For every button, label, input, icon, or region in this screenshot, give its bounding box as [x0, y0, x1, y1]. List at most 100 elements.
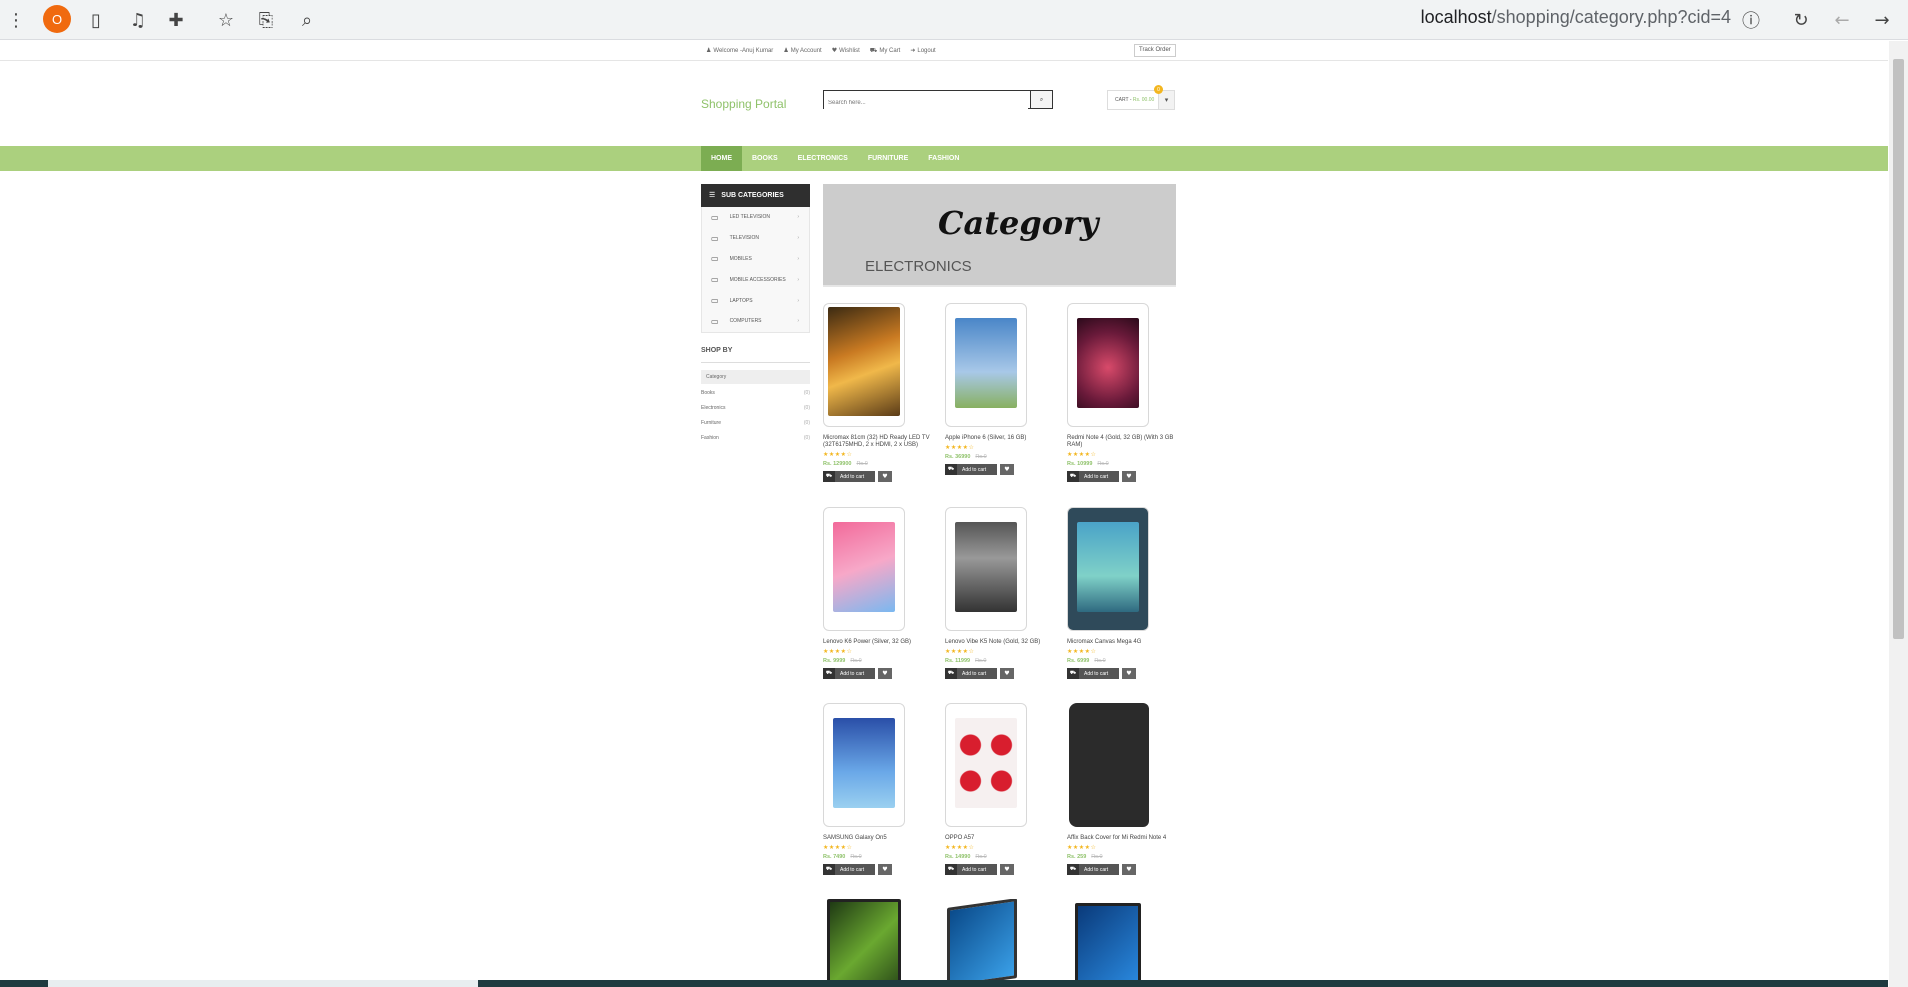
- category-title: ELECTRONICS: [865, 258, 972, 275]
- product-card: Micromax Canvas Mega 4G ★★★★☆ Rs. 6999 Rs…: [1067, 507, 1177, 679]
- rating-stars: ★★★★☆: [1067, 648, 1097, 655]
- product-image[interactable]: [823, 507, 905, 631]
- wishlist-button[interactable]: ♥: [1122, 471, 1136, 482]
- cart-icon: ⛟: [823, 864, 835, 875]
- my-account-link[interactable]: ♟ My Account: [783, 47, 821, 55]
- sidebar-icon[interactable]: ▯: [82, 6, 110, 34]
- category-filter-item[interactable]: Furniture (0): [701, 420, 810, 435]
- product-name[interactable]: OPPO A57: [945, 835, 1055, 842]
- media-icon[interactable]: ♫: [124, 6, 152, 34]
- category-filter-item[interactable]: Books (0): [701, 390, 810, 405]
- subcat-mobile-accessories[interactable]: ▭ MOBILE ACCESSORIES ›: [702, 269, 809, 290]
- product-name[interactable]: SAMSUNG Galaxy On5: [823, 835, 933, 842]
- product-image[interactable]: [1067, 899, 1149, 987]
- rating-stars: ★★★★☆: [1067, 451, 1097, 458]
- product-image[interactable]: [945, 507, 1027, 631]
- profile-avatar[interactable]: O: [43, 5, 71, 33]
- chevron-right-icon: ›: [797, 297, 799, 304]
- search-button[interactable]: ⌕: [1030, 91, 1052, 108]
- zoom-icon[interactable]: ⌕: [293, 6, 321, 34]
- extensions-icon[interactable]: ✚: [162, 6, 190, 34]
- menu-icon[interactable]: ⋮: [2, 6, 30, 34]
- cart-dropdown[interactable]: CART - Rs. 00.00 ▾: [1107, 90, 1175, 110]
- wishlist-button[interactable]: ♥: [878, 668, 892, 679]
- shop-by-heading: SHOP BY: [701, 347, 810, 363]
- heart-icon: ♥: [882, 866, 888, 873]
- wishlist-button[interactable]: ♥: [1000, 864, 1014, 875]
- category-filter-item[interactable]: Electronics (0): [701, 405, 810, 420]
- subcat-laptops[interactable]: ▭ LAPTOPS ›: [702, 290, 809, 311]
- product-name[interactable]: Apple iPhone 6 (Silver, 16 GB): [945, 435, 1055, 442]
- wishlist-button[interactable]: ♥: [878, 471, 892, 482]
- my-cart-link[interactable]: ⛟ My Cart: [870, 47, 901, 55]
- add-to-cart-button[interactable]: ⛟ Add to cart: [945, 668, 997, 679]
- logout-link[interactable]: ➜ Logout: [910, 47, 935, 55]
- search-input[interactable]: [824, 94, 1028, 112]
- product-name[interactable]: Affix Back Cover for Mi Redmi Note 4: [1067, 835, 1177, 842]
- product-name[interactable]: Redmi Note 4 (Gold, 32 GB) (With 3 GB RA…: [1067, 435, 1177, 449]
- product-card: OPPO A57 ★★★★☆ Rs. 14990 Rs.0 ⛟ Add to car…: [945, 703, 1055, 875]
- add-to-cart-button[interactable]: ⛟ Add to cart: [823, 471, 875, 482]
- wishlist-button[interactable]: ♥: [1000, 668, 1014, 679]
- wishlist-link[interactable]: ♥ Wishlist: [832, 47, 860, 55]
- heart-icon: ♥: [1004, 670, 1010, 677]
- add-to-cart-button[interactable]: ⛟ Add to cart: [823, 864, 875, 875]
- product-name[interactable]: Lenovo Vibe K5 Note (Gold, 32 GB): [945, 639, 1055, 646]
- product-name[interactable]: Lenovo K6 Power (Silver, 32 GB): [823, 639, 933, 646]
- product-image[interactable]: [1067, 703, 1149, 827]
- forward-icon[interactable]: →: [1868, 6, 1896, 34]
- subcat-television[interactable]: ▭ TELEVISION ›: [702, 228, 809, 249]
- add-to-cart-button[interactable]: ⛟ Add to cart: [1067, 668, 1119, 679]
- product-name[interactable]: Micromax Canvas Mega 4G: [1067, 639, 1177, 646]
- wishlist-button[interactable]: ♥: [1122, 668, 1136, 679]
- add-to-cart-button[interactable]: ⛟ Add to cart: [945, 864, 997, 875]
- add-to-cart-button[interactable]: ⛟ Add to cart: [945, 464, 997, 475]
- product-price: Rs. 36990 Rs.0: [945, 454, 987, 460]
- product-image[interactable]: [945, 703, 1027, 827]
- user-icon: ♟: [706, 47, 712, 54]
- site-info-icon[interactable]: ⓘ: [1737, 6, 1765, 34]
- subcat-computers[interactable]: ▭ COMPUTERS ›: [702, 311, 809, 332]
- address-bar[interactable]: localhost/shopping/category.php?cid=4: [1421, 7, 1731, 28]
- category-filter-item[interactable]: Fashion (0): [701, 435, 810, 450]
- nav-furniture[interactable]: FURNITURE: [858, 146, 918, 171]
- product-image[interactable]: [1067, 303, 1149, 427]
- product-image[interactable]: [945, 303, 1027, 427]
- wishlist-button[interactable]: ♥: [878, 864, 892, 875]
- add-to-cart-button[interactable]: ⛟ Add to cart: [1067, 864, 1119, 875]
- site-logo[interactable]: Shopping Portal: [701, 97, 786, 111]
- nav-electronics[interactable]: ELECTRONICS: [788, 146, 858, 171]
- product-name[interactable]: Micromax 81cm (32) HD Ready LED TV (32T6…: [823, 435, 933, 449]
- product-image[interactable]: [1067, 507, 1149, 631]
- reload-icon[interactable]: ↻: [1787, 6, 1815, 34]
- nav-books[interactable]: BOOKS: [742, 146, 788, 171]
- product-image[interactable]: [823, 703, 905, 827]
- url-path: /shopping/category.php?cid=4: [1491, 7, 1731, 27]
- product-image[interactable]: [823, 899, 905, 987]
- track-order-button[interactable]: Track Order: [1134, 44, 1176, 57]
- wishlist-button[interactable]: ♥: [1122, 864, 1136, 875]
- scrollbar-thumb[interactable]: [1893, 59, 1904, 639]
- wishlist-button[interactable]: ♥: [1000, 464, 1014, 475]
- monitor-icon: ▭: [711, 275, 719, 285]
- product-image[interactable]: [945, 899, 1027, 987]
- product-card: SAMSUNG Galaxy On5 ★★★★☆ Rs. 7490 Rs.0 ⛟ A…: [823, 703, 933, 875]
- rating-stars: ★★★★☆: [945, 648, 975, 655]
- share-icon[interactable]: ⎘: [252, 6, 280, 34]
- subcat-led-television[interactable]: ▭ LED TELEVISION ›: [702, 207, 809, 228]
- add-to-cart-button[interactable]: ⛟ Add to cart: [823, 668, 875, 679]
- chevron-down-icon[interactable]: ▾: [1158, 91, 1174, 109]
- welcome-link[interactable]: ♟ Welcome -Anuj Kumar: [706, 47, 773, 55]
- product-image[interactable]: [823, 303, 905, 427]
- bookmark-star-icon[interactable]: ☆: [212, 6, 240, 34]
- nav-fashion[interactable]: FASHION: [918, 146, 969, 171]
- page-scrollbar[interactable]: [1889, 41, 1908, 987]
- subcat-mobiles[interactable]: ▭ MOBILES ›: [702, 249, 809, 270]
- chevron-right-icon: ›: [797, 214, 799, 221]
- back-icon[interactable]: ←: [1828, 6, 1856, 34]
- top-bar: ♟ Welcome -Anuj Kumar ♟ My Account ♥ Wishli…: [0, 41, 1888, 61]
- nav-home[interactable]: HOME: [701, 146, 742, 171]
- monitor-icon: ▭: [711, 212, 719, 222]
- add-to-cart-button[interactable]: ⛟ Add to cart: [1067, 471, 1119, 482]
- logout-icon: ➜: [910, 47, 916, 54]
